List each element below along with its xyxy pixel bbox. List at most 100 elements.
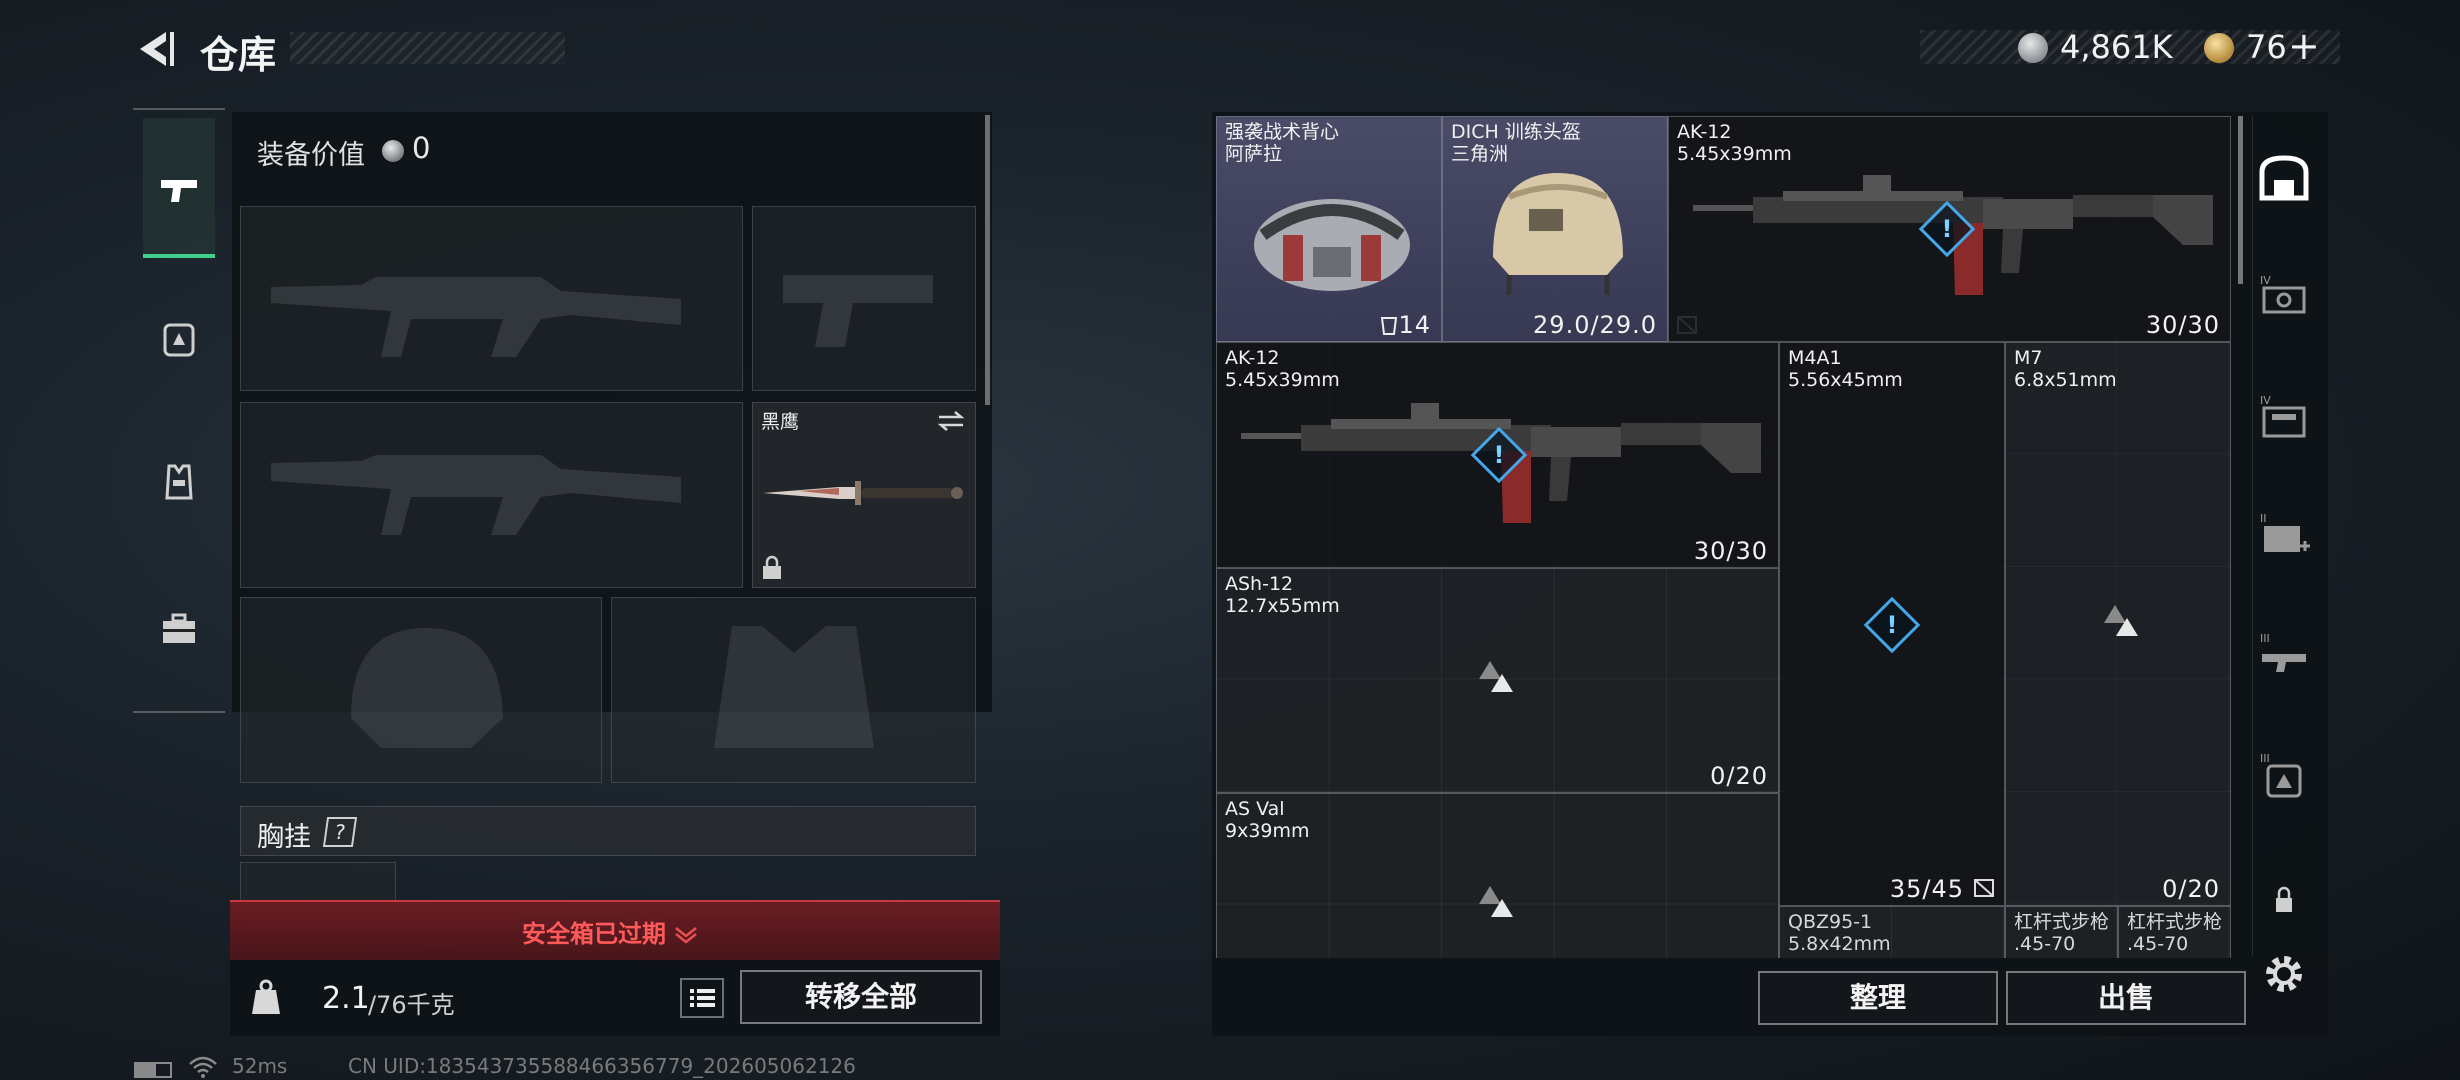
chest-rig-header[interactable]: 胸挂 ? bbox=[240, 806, 976, 856]
wifi-icon bbox=[189, 1056, 217, 1078]
loadout-scrollbar[interactable] bbox=[985, 115, 990, 405]
chest-rig-help-button[interactable]: ? bbox=[322, 817, 358, 847]
transfer-all-button[interactable]: 转移全部 bbox=[740, 970, 982, 1024]
toolbox-icon bbox=[163, 613, 195, 643]
currency-gold-add[interactable]: + bbox=[2288, 24, 2320, 68]
sort-button[interactable]: 整理 bbox=[1758, 971, 1998, 1025]
sell-button[interactable]: 出售 bbox=[2006, 971, 2246, 1025]
weight-max: /76千克 bbox=[368, 991, 455, 1019]
stash-tab-main[interactable] bbox=[2256, 150, 2312, 206]
chest-rig-slot[interactable] bbox=[240, 862, 396, 902]
item-name: 杠杆式步枪 .45-70 bbox=[2014, 911, 2110, 955]
svg-text:IV: IV bbox=[2260, 394, 2271, 407]
stash-item-vest[interactable]: 强袭战术背心 阿萨拉 14 bbox=[1216, 116, 1442, 342]
melee-slot[interactable]: 黑鹰 bbox=[752, 402, 976, 588]
loading-icon bbox=[2116, 618, 2138, 636]
item-name: 杠杆式步枪 .45-70 bbox=[2127, 911, 2223, 955]
stash-container-icon: IV bbox=[2260, 394, 2306, 438]
stash-item-ash12[interactable]: ASh-12 12.7x55mm 0/20 bbox=[1216, 568, 1779, 793]
melee-name: 黑鹰 bbox=[761, 411, 800, 433]
item-name: 强袭战术背心 阿萨拉 bbox=[1225, 121, 1340, 165]
settings-icon bbox=[2266, 956, 2302, 992]
stash-tab-4a[interactable]: IV bbox=[2256, 270, 2312, 326]
loading-icon bbox=[1491, 674, 1513, 692]
gold-coin-icon bbox=[2204, 33, 2234, 63]
medkit-icon: II bbox=[2260, 512, 2310, 552]
pistol-silhouette-icon bbox=[783, 275, 933, 347]
settings-button[interactable] bbox=[2258, 948, 2314, 1004]
vest-item-image bbox=[1254, 199, 1410, 291]
silver-coin-icon bbox=[2018, 33, 2048, 63]
warning-icon: ! bbox=[1863, 596, 1921, 654]
stash-item-lever-rifle-1[interactable]: 杠杆式步枪 .45-70 bbox=[2005, 906, 2118, 958]
stash-tab-3a[interactable]: III bbox=[2256, 628, 2312, 684]
primary-weapon-slot-2[interactable] bbox=[240, 402, 743, 588]
item-count: 30/30 bbox=[1693, 537, 1768, 565]
pistol-slot[interactable] bbox=[752, 206, 976, 391]
weight-icon bbox=[248, 978, 284, 1016]
currency-silver: 4,861K bbox=[2060, 28, 2173, 66]
item-count: 0/20 bbox=[1710, 762, 1768, 790]
lock-icon bbox=[2276, 886, 2292, 912]
helmet-item-image bbox=[1493, 173, 1623, 295]
helmet-slot[interactable] bbox=[240, 597, 602, 783]
equip-value-label: 装备价值 bbox=[257, 140, 365, 171]
backpack-icon bbox=[163, 323, 195, 357]
stash-item-ak12-1[interactable]: AK-12 5.45x39mm ! 30/30 bbox=[1668, 116, 2231, 342]
stash-item-m7[interactable]: M7 6.8x51mm 0/20 bbox=[2005, 342, 2231, 906]
tab-backpack[interactable] bbox=[155, 315, 203, 363]
stash-home-icon bbox=[2259, 155, 2309, 201]
repair-icon bbox=[1974, 879, 1994, 897]
list-view-button[interactable] bbox=[680, 978, 724, 1018]
stash-item-m4a1[interactable]: M4A1 5.56x45mm ! 35/45 bbox=[1779, 342, 2005, 906]
svg-text:II: II bbox=[2260, 512, 2267, 525]
chest-rig-label: 胸挂 bbox=[257, 822, 311, 853]
item-count: 14 bbox=[1398, 311, 1431, 339]
svg-text:III: III bbox=[2260, 752, 2270, 765]
page-title: 仓库 bbox=[200, 33, 277, 77]
tab-weapons[interactable] bbox=[143, 118, 215, 258]
stash-item-ak12-2[interactable]: AK-12 5.45x39mm ! 30/30 bbox=[1216, 342, 1779, 568]
tab-vest[interactable] bbox=[155, 458, 203, 506]
tab-toolbox[interactable] bbox=[155, 605, 203, 653]
stash-tab-locked[interactable] bbox=[2256, 872, 2312, 928]
list-icon bbox=[690, 989, 715, 1007]
stash-tab-2[interactable]: II bbox=[2256, 508, 2312, 564]
equip-value: 0 bbox=[412, 131, 431, 165]
uid-text: CN UID:18354373558846635677​9_2026050621… bbox=[348, 1054, 856, 1078]
item-name: ASh-12 12.7x55mm bbox=[1225, 573, 1340, 617]
stash-tab-4b[interactable]: IV bbox=[2256, 390, 2312, 446]
battery-icon bbox=[134, 1062, 172, 1078]
durability-icon bbox=[1380, 317, 1398, 335]
pistol-icon bbox=[161, 180, 197, 202]
title-decoration bbox=[290, 32, 565, 64]
stash-item-asval[interactable]: AS Val 9x39mm bbox=[1216, 793, 1779, 958]
item-count: 29.0/29.0 bbox=[1533, 311, 1657, 339]
stash-scrollbar[interactable] bbox=[2238, 116, 2243, 284]
loading-icon bbox=[1491, 899, 1513, 917]
back-arrow-icon bbox=[140, 32, 174, 66]
swap-icon[interactable] bbox=[935, 409, 967, 433]
chevron-down-icon bbox=[675, 927, 697, 944]
back-button[interactable] bbox=[130, 26, 180, 72]
stash-item-lever-rifle-2[interactable]: 杠杆式步枪 .45-70 bbox=[2118, 906, 2231, 958]
backpack-icon: III bbox=[2260, 752, 2302, 798]
stash-item-qbz95[interactable]: QBZ95-1 5.8x42mm bbox=[1779, 906, 2005, 958]
lock-icon bbox=[763, 555, 781, 579]
armor-slot[interactable] bbox=[611, 597, 976, 783]
weapon-rack-icon: III bbox=[2260, 632, 2306, 672]
armor-silhouette-icon bbox=[714, 626, 874, 748]
vest-icon bbox=[165, 464, 193, 500]
knife-icon bbox=[763, 481, 963, 505]
item-count: 35/45 bbox=[1889, 875, 1964, 903]
safebox-expired-bar[interactable]: 安全箱已过期 bbox=[230, 900, 1000, 960]
stash-container-icon: IV bbox=[2260, 274, 2306, 314]
item-name: M4A1 5.56x45mm bbox=[1788, 347, 1903, 391]
stash-tab-3b[interactable]: III bbox=[2256, 748, 2312, 804]
primary-weapon-slot-1[interactable] bbox=[240, 206, 743, 391]
helmet-silhouette-icon bbox=[351, 628, 503, 748]
stash-item-helmet[interactable]: DICH 训练头盔 三角洲 29.0/29.0 bbox=[1442, 116, 1668, 342]
item-name: QBZ95-1 5.8x42mm bbox=[1788, 911, 1891, 955]
rifle-silhouette-icon bbox=[271, 455, 681, 535]
svg-text:IV: IV bbox=[2260, 274, 2271, 287]
